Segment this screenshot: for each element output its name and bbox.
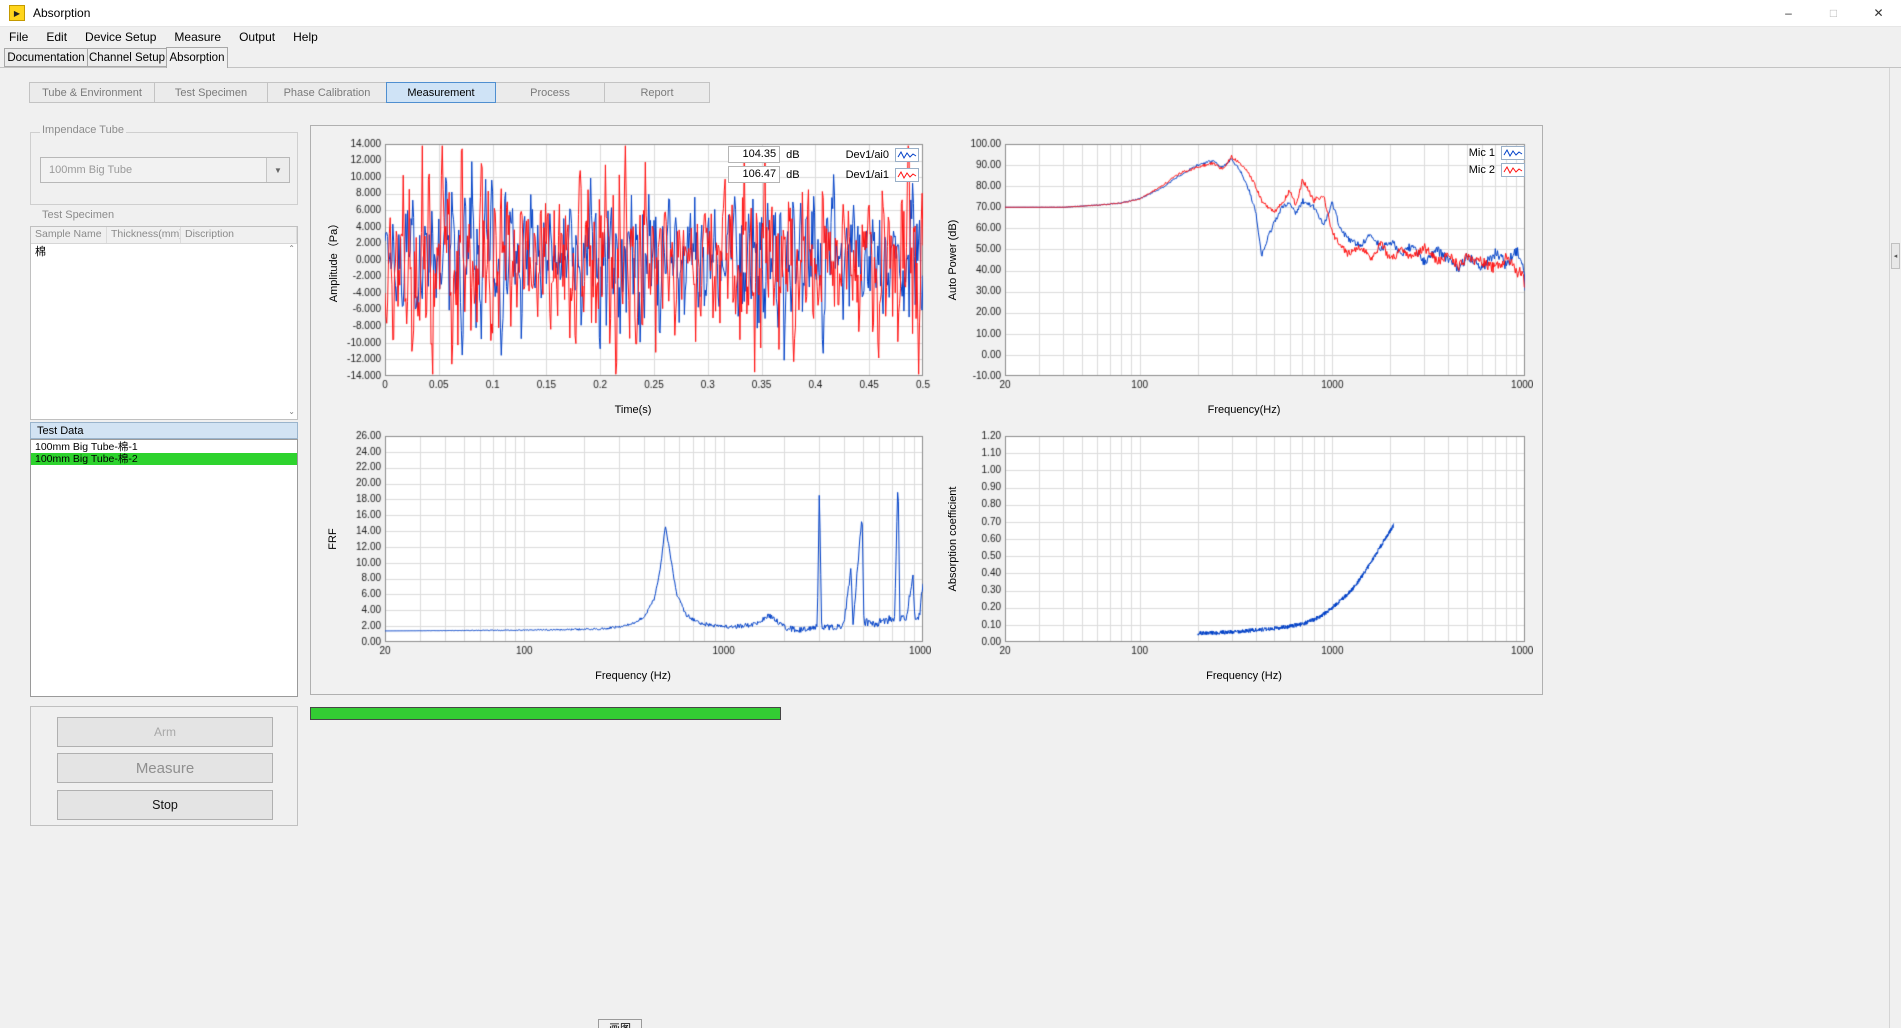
menu-measure[interactable]: Measure: [165, 27, 230, 47]
tab-absorption[interactable]: Absorption: [166, 47, 228, 68]
menu-file[interactable]: File: [0, 27, 37, 47]
time-waveform-chart: Amplitude（Pa） Time(s) 104.35 dB Dev1/ai0…: [319, 134, 931, 420]
cell-sample-name: 棉: [31, 243, 107, 259]
absorption-plot: [955, 426, 1533, 662]
close-button[interactable]: ✕: [1856, 0, 1901, 26]
window-title: Absorption: [33, 6, 90, 20]
progress-fill: [311, 708, 780, 719]
legend-row: Mic 2: [1469, 163, 1525, 177]
plot-legend: Mic 1 Mic 2: [1469, 146, 1525, 177]
collapse-panel-handle[interactable]: ◂: [1891, 243, 1900, 269]
subtab-measurement[interactable]: Measurement: [386, 82, 496, 103]
test-specimen-table: Sample Name Thickness(mm) Discription 棉 …: [30, 226, 298, 420]
legend-label: Dev1/ai0: [846, 149, 889, 161]
legend-row: 106.47 dB Dev1/ai1: [728, 166, 919, 183]
maximize-button[interactable]: □: [1811, 0, 1856, 26]
subtab-test-specimen[interactable]: Test Specimen: [154, 82, 268, 103]
bottom-tab[interactable]: 画图: [598, 1019, 642, 1028]
menu-output[interactable]: Output: [230, 27, 284, 47]
minimize-button[interactable]: –: [1766, 0, 1811, 26]
column-thickness: Thickness(mm): [107, 227, 181, 243]
table-row[interactable]: 棉: [31, 244, 297, 258]
x-axis-label: Frequency (Hz): [955, 670, 1533, 682]
measure-button[interactable]: Measure: [57, 753, 273, 783]
x-axis-label: Frequency (Hz): [335, 670, 931, 682]
subtab-phase-calibration[interactable]: Phase Calibration: [267, 82, 387, 103]
app-window: ▶ Absorption – □ ✕ File Edit Device Setu…: [0, 0, 1901, 1028]
test-specimen-label: Test Specimen: [40, 209, 116, 221]
tab-channel-setup[interactable]: Channel Setup: [87, 48, 167, 67]
scroll-up-icon[interactable]: ⌃: [288, 245, 295, 253]
menu-edit[interactable]: Edit: [37, 27, 76, 47]
table-header: Sample Name Thickness(mm) Discription: [31, 227, 297, 244]
impedance-tube-label: Impendace Tube: [40, 124, 126, 136]
subtab-bar: Tube & Environment Test Specimen Phase C…: [30, 82, 710, 103]
auto-power-chart: Auto Power (dB) Frequency(Hz) Mic 1 Mic …: [939, 134, 1535, 420]
window-controls: – □ ✕: [1766, 0, 1901, 26]
tab-documentation[interactable]: Documentation: [4, 48, 88, 67]
legend-row: Mic 1: [1469, 146, 1525, 160]
app-icon: ▶: [9, 5, 25, 21]
subtab-report[interactable]: Report: [604, 82, 710, 103]
title-bar: ▶ Absorption – □ ✕: [0, 0, 1901, 27]
subtab-tube-environment[interactable]: Tube & Environment: [29, 82, 155, 103]
tab-divider: [0, 67, 1901, 68]
x-axis-label: Frequency(Hz): [955, 404, 1533, 416]
scroll-down-icon[interactable]: ⌄: [288, 408, 295, 416]
menu-device-setup[interactable]: Device Setup: [76, 27, 165, 47]
menu-help[interactable]: Help: [284, 27, 327, 47]
impedance-tube-value: 100mm Big Tube: [41, 164, 266, 176]
legend-label: Mic 2: [1469, 164, 1495, 176]
stop-button[interactable]: Stop: [57, 790, 273, 820]
absorption-chart: Absorption coefficient Frequency (Hz): [939, 426, 1535, 686]
legend-label: Mic 1: [1469, 147, 1495, 159]
plot-legend: 104.35 dB Dev1/ai0 106.47 dB Dev1/ai1: [728, 146, 919, 183]
mic1-level-readout: 104.35: [728, 146, 780, 163]
collapse-arrow-icon: ◂: [1894, 252, 1898, 260]
right-divider: [1889, 68, 1890, 1028]
plot-style-icon[interactable]: [895, 168, 919, 182]
dropdown-arrow-icon[interactable]: ▼: [266, 158, 289, 182]
legend-label: Dev1/ai1: [846, 169, 889, 181]
x-axis-label: Time(s): [335, 404, 931, 416]
plot-style-icon[interactable]: [1501, 163, 1525, 177]
arm-button[interactable]: Arm: [57, 717, 273, 747]
frf-plot: [335, 426, 931, 662]
test-data-list: 100mm Big Tube-棉-1 100mm Big Tube-棉-2: [30, 439, 298, 697]
list-item-selected[interactable]: 100mm Big Tube-棉-2: [31, 453, 297, 466]
test-data-header: Test Data: [30, 422, 298, 439]
mic1-unit: dB: [786, 149, 799, 161]
legend-row: 104.35 dB Dev1/ai0: [728, 146, 919, 163]
plot-style-icon[interactable]: [1501, 146, 1525, 160]
auto-power-plot: [955, 134, 1533, 396]
subtab-process[interactable]: Process: [495, 82, 605, 103]
chart-panel: Amplitude（Pa） Time(s) 104.35 dB Dev1/ai0…: [310, 125, 1543, 695]
column-discription: Discription: [181, 227, 297, 243]
menu-bar: File Edit Device Setup Measure Output He…: [0, 27, 1901, 47]
frf-chart: FRF Frequency (Hz): [319, 426, 931, 686]
mic2-unit: dB: [786, 169, 799, 181]
plot-style-icon[interactable]: [895, 148, 919, 162]
column-sample-name: Sample Name: [31, 227, 107, 243]
mic2-level-readout: 106.47: [728, 166, 780, 183]
control-button-frame: Arm Measure Stop: [30, 706, 298, 826]
impedance-tube-dropdown[interactable]: 100mm Big Tube ▼: [40, 157, 290, 183]
play-arrow-icon: ▶: [14, 9, 20, 18]
progress-bar: [310, 707, 781, 720]
